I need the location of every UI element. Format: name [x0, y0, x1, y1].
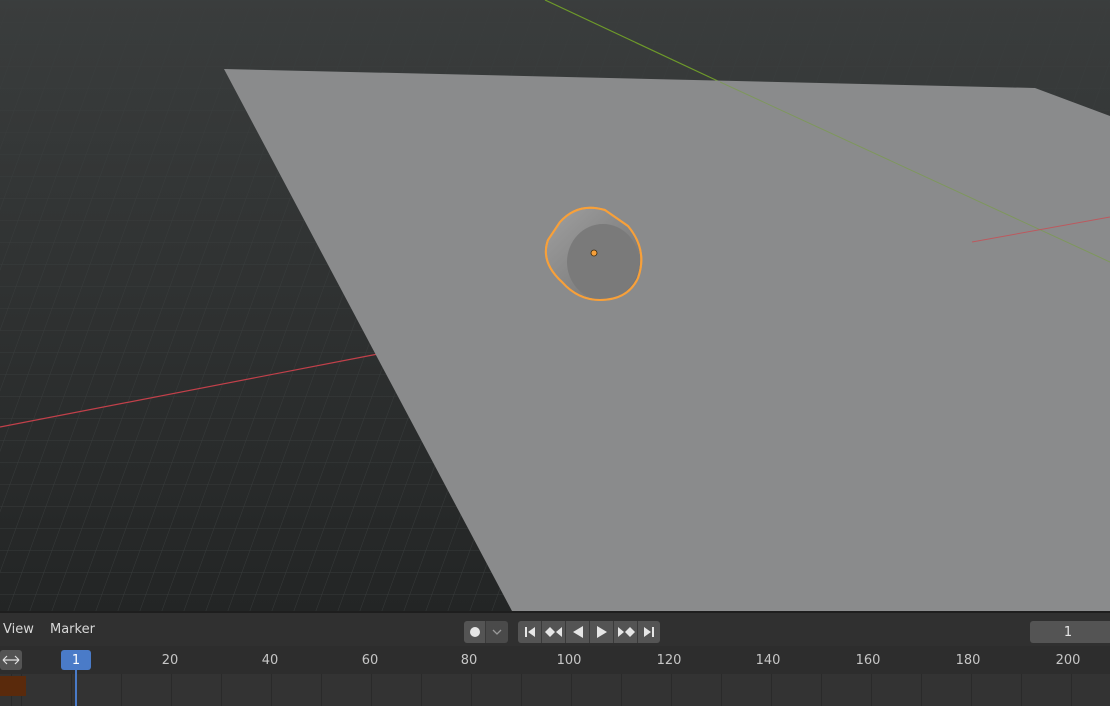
menu-view[interactable]: View [3, 622, 34, 637]
3d-viewport[interactable] [0, 0, 1110, 611]
jump-to-start-icon [524, 627, 535, 637]
ruler-tick-label: 20 [161, 653, 179, 668]
ruler-tick-label: 160 [855, 653, 881, 668]
play-button[interactable] [590, 621, 614, 643]
scrub-arrows-icon[interactable] [0, 650, 22, 670]
next-keyframe-icon [617, 627, 635, 637]
play-icon [596, 626, 607, 638]
viewport-scene [0, 0, 1110, 611]
chevron-down-icon [492, 629, 502, 635]
frame-ruler[interactable]: 1 20 40 60 80 100 120 140 160 180 200 [0, 646, 1110, 674]
ruler-tick-label: 40 [261, 653, 279, 668]
ruler-tick-label: 100 [556, 653, 582, 668]
play-reverse-button[interactable] [566, 621, 590, 643]
ruler-tick-label: 60 [361, 653, 379, 668]
ruler-tick-label: 140 [755, 653, 781, 668]
next-keyframe-button[interactable] [614, 621, 638, 643]
ruler-tick-label: 200 [1055, 653, 1081, 668]
ruler-tick-label: 180 [955, 653, 981, 668]
play-reverse-icon [572, 626, 583, 638]
record-icon [469, 627, 480, 637]
jump-to-end-icon [644, 627, 654, 637]
menu-marker[interactable]: Marker [50, 622, 95, 637]
timeline-header: View Marker 1 [0, 611, 1110, 646]
record-button[interactable] [464, 621, 486, 643]
object-origin-dot [590, 249, 598, 257]
current-frame-field[interactable]: 1 [1030, 621, 1110, 643]
record-options-dropdown[interactable] [486, 621, 508, 643]
timeline-track-area[interactable] [0, 674, 1110, 706]
playhead-line[interactable] [75, 670, 77, 706]
auto-keying-group [464, 621, 508, 643]
ruler-tick-label: 80 [460, 653, 478, 668]
playback-controls [518, 621, 660, 643]
summary-keyframe-channel [0, 676, 26, 696]
ruler-tick-label: 120 [656, 653, 682, 668]
jump-to-end-button[interactable] [638, 621, 660, 643]
current-frame-indicator[interactable]: 1 [61, 650, 91, 670]
jump-to-start-button[interactable] [518, 621, 542, 643]
prev-keyframe-icon [544, 627, 562, 637]
prev-keyframe-button[interactable] [542, 621, 566, 643]
